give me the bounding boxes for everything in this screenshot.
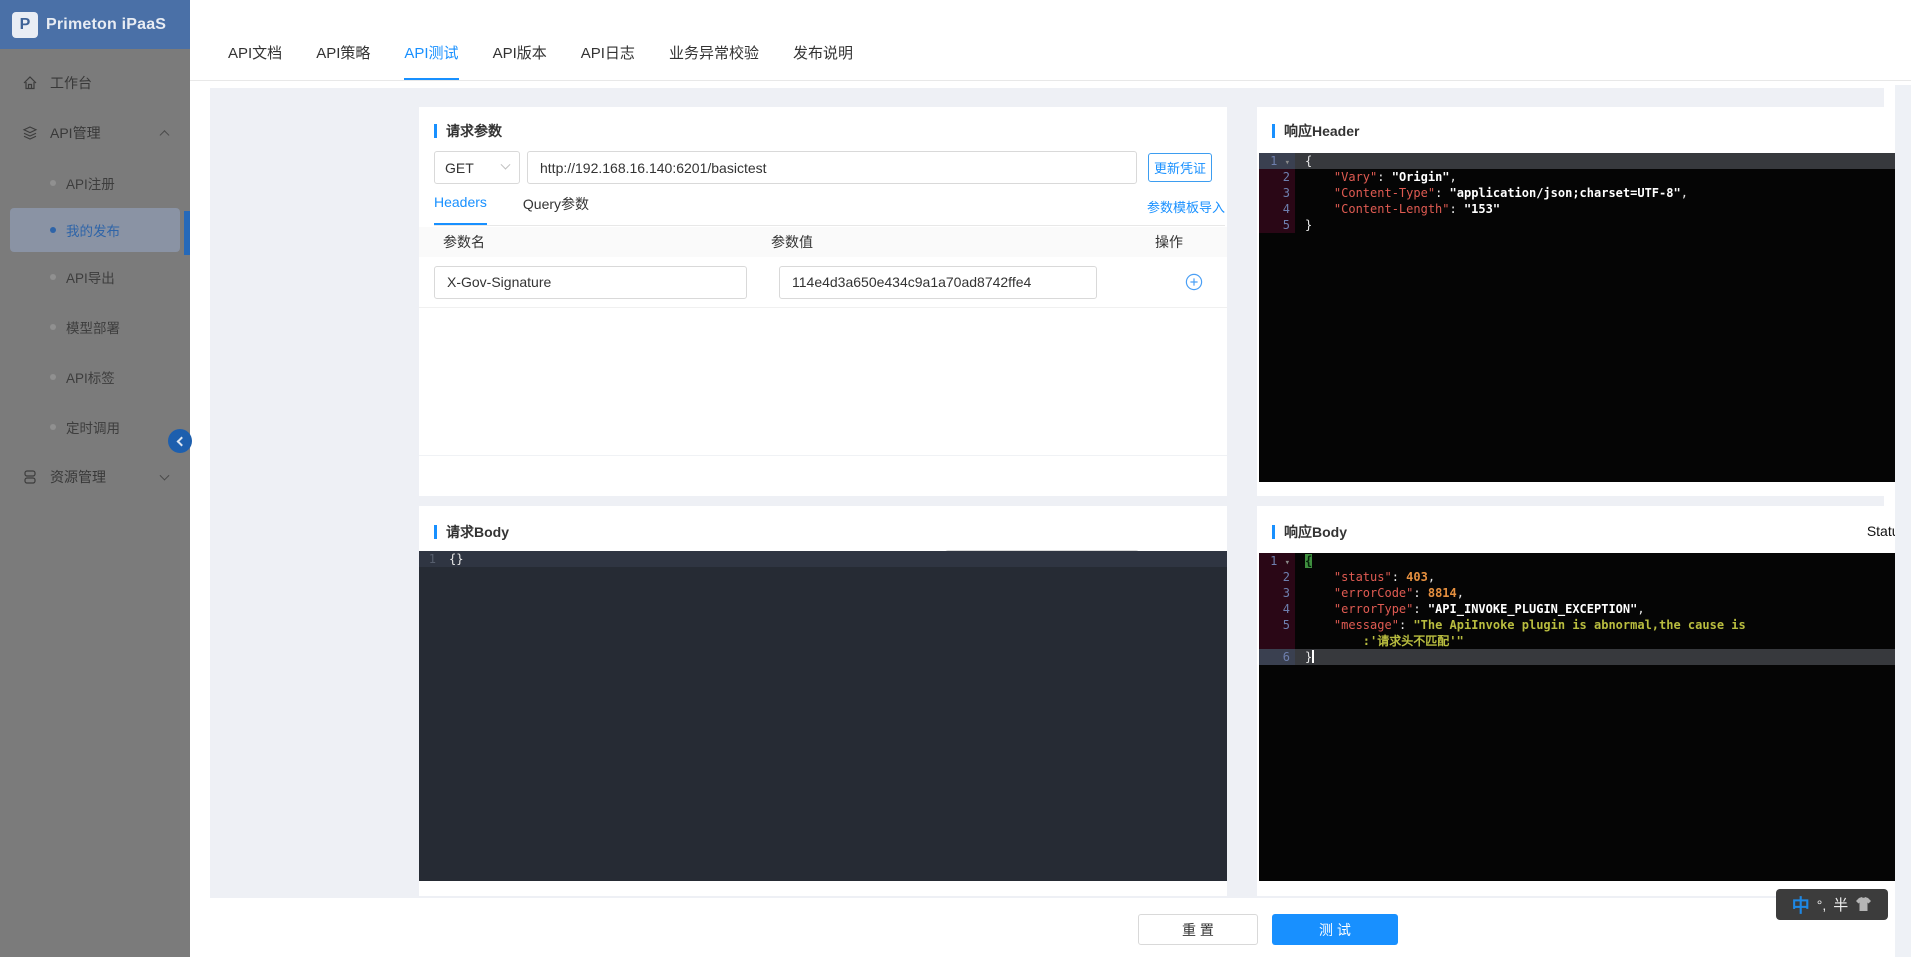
- sidebar-collapse-button[interactable]: [168, 429, 192, 453]
- subtab-Headers[interactable]: Headers: [434, 194, 487, 225]
- tab-API文档[interactable]: API文档: [228, 42, 282, 80]
- title-accent-bar: [434, 124, 437, 138]
- subtab-Query参数[interactable]: Query参数: [523, 194, 589, 225]
- sidebar-item-模型部署[interactable]: 模型部署: [0, 302, 190, 352]
- param-table-header: 参数名 参数值 操作: [419, 227, 1227, 257]
- bullet-icon: [50, 324, 56, 330]
- code-line: 1 ▾{: [1259, 153, 1911, 169]
- chevron-up-icon: [160, 130, 170, 140]
- ime-indicator: 中 °, 半: [1776, 889, 1888, 920]
- response-body-editor[interactable]: 1 ▾{2 "status": 403,3 "errorCode": 8814,…: [1259, 553, 1911, 881]
- app-logo: P Primeton iPaaS: [0, 0, 190, 49]
- param-subtabs: Headers Query参数 参数模板导入: [434, 193, 1225, 226]
- tab-API日志[interactable]: API日志: [581, 42, 635, 80]
- sidebar-item-API注册[interactable]: API注册: [0, 158, 190, 208]
- param-template-import-link[interactable]: 参数模板导入: [1147, 197, 1225, 216]
- card-divider: [419, 455, 1227, 456]
- col-operation: 操作: [1155, 232, 1227, 252]
- code-line: :'请求头不匹配'": [1259, 633, 1911, 649]
- response-header-card: 响应Header 1 ▾{2 "Vary": "Origin",3 "Conte…: [1257, 107, 1911, 496]
- sidebar: P Primeton iPaaS 工作台API管理API注册我的发布API导出模…: [0, 0, 190, 957]
- request-params-card: 请求参数 GET 更新凭证 Headers Query参数 参数模板导入 参数名 …: [419, 107, 1227, 496]
- code-line: 3 "errorCode": 8814,: [1259, 585, 1911, 601]
- test-button[interactable]: 测 试: [1272, 914, 1398, 945]
- ime-skin-icon: [1855, 897, 1872, 912]
- sidebar-item-API管理[interactable]: API管理: [0, 108, 190, 158]
- http-method-select[interactable]: GET: [434, 151, 520, 184]
- code-line: 5 "message": "The ApiInvoke plugin is ab…: [1259, 617, 1911, 633]
- param-table-body: [419, 257, 1227, 308]
- sidebar-item-API导出[interactable]: API导出: [0, 252, 190, 302]
- sidebar-item-定时调用[interactable]: 定时调用: [0, 402, 190, 452]
- scrollbar-track[interactable]: [1895, 85, 1911, 957]
- param-row: [419, 257, 1227, 308]
- code-line: 2 "status": 403,: [1259, 569, 1911, 585]
- bullet-icon: [50, 274, 56, 280]
- code-line: 2 "Vary": "Origin",: [1259, 169, 1911, 185]
- request-body-title: 请求Body: [434, 522, 509, 542]
- dialog-tabs: API文档 API策略 API测试 API版本 API日志业务异常校验发布说明: [190, 0, 1911, 81]
- response-header-title: 响应Header: [1272, 121, 1359, 141]
- response-header-editor[interactable]: 1 ▾{2 "Vary": "Origin",3 "Content-Type":…: [1259, 153, 1911, 482]
- logo-text: Primeton iPaaS: [46, 16, 166, 34]
- response-body-card: 响应Body Status: 403 FORBIDDEN 1 ▾{2 "stat…: [1257, 506, 1911, 896]
- sidebar-item-API标签[interactable]: API标签: [0, 352, 190, 402]
- request-url-input[interactable]: [527, 151, 1137, 184]
- tab-API测试[interactable]: API测试: [404, 42, 458, 80]
- tab-API策略[interactable]: API策略: [316, 42, 370, 80]
- chevron-left-icon: [177, 436, 187, 446]
- chevron-down-icon: [160, 471, 170, 481]
- tab-业务异常校验[interactable]: 业务异常校验: [669, 42, 759, 80]
- title-accent-bar: [1272, 525, 1275, 539]
- logo-icon: P: [12, 12, 38, 38]
- bullet-icon: [50, 374, 56, 380]
- code-line: 3 "Content-Type": "application/json;char…: [1259, 185, 1911, 201]
- code-line: 4 "Content-Length": "153": [1259, 201, 1911, 217]
- sidebar-item-工作台[interactable]: 工作台: [0, 58, 190, 108]
- add-param-icon[interactable]: [1185, 273, 1203, 291]
- col-param-value: 参数值: [771, 232, 1123, 252]
- title-accent-bar: [1272, 124, 1275, 138]
- sidebar-item-资源管理[interactable]: 资源管理: [0, 452, 190, 502]
- code-line: 6}: [1259, 649, 1911, 665]
- chevron-down-icon: [501, 160, 511, 170]
- title-accent-bar: [434, 525, 437, 539]
- screen: P Primeton iPaaS 工作台API管理API注册我的发布API导出模…: [0, 0, 1911, 957]
- ime-chinese-mode: 中: [1792, 892, 1810, 918]
- bullet-icon: [50, 227, 56, 233]
- code-line: 5}: [1259, 217, 1911, 233]
- code-line: 4 "errorType": "API_INVOKE_PLUGIN_EXCEPT…: [1259, 601, 1911, 617]
- sidebar-nav: 工作台API管理API注册我的发布API导出模型部署API标签定时调用资源管理: [0, 49, 190, 502]
- ime-halfwidth-mode: 半: [1833, 894, 1848, 915]
- param-name-input[interactable]: [434, 266, 747, 299]
- bullet-icon: [50, 424, 56, 430]
- request-body-editor[interactable]: 1{}: [419, 551, 1227, 881]
- tab-发布说明[interactable]: 发布说明: [793, 42, 853, 80]
- update-credential-button[interactable]: 更新凭证: [1148, 153, 1212, 182]
- ime-punctuation-mode: °,: [1817, 897, 1827, 913]
- code-line: 1 ▾{: [1259, 553, 1911, 569]
- tab-API版本[interactable]: API版本: [493, 42, 547, 80]
- param-value-input[interactable]: [779, 266, 1097, 299]
- api-test-dialog: × API文档API策略API测试API版本API日志业务异常校验发布说明 请求…: [190, 0, 1911, 957]
- code-line: 1{}: [419, 551, 1227, 567]
- request-params-title: 请求参数: [434, 121, 502, 141]
- response-body-title: 响应Body: [1272, 522, 1347, 542]
- sidebar-item-我的发布[interactable]: 我的发布: [10, 208, 180, 252]
- request-body-card: 请求Body 报文类型: application/json 提取 1{}: [419, 506, 1227, 896]
- reset-button[interactable]: 重 置: [1138, 914, 1258, 945]
- bullet-icon: [50, 180, 56, 186]
- col-param-name: 参数名: [419, 232, 771, 252]
